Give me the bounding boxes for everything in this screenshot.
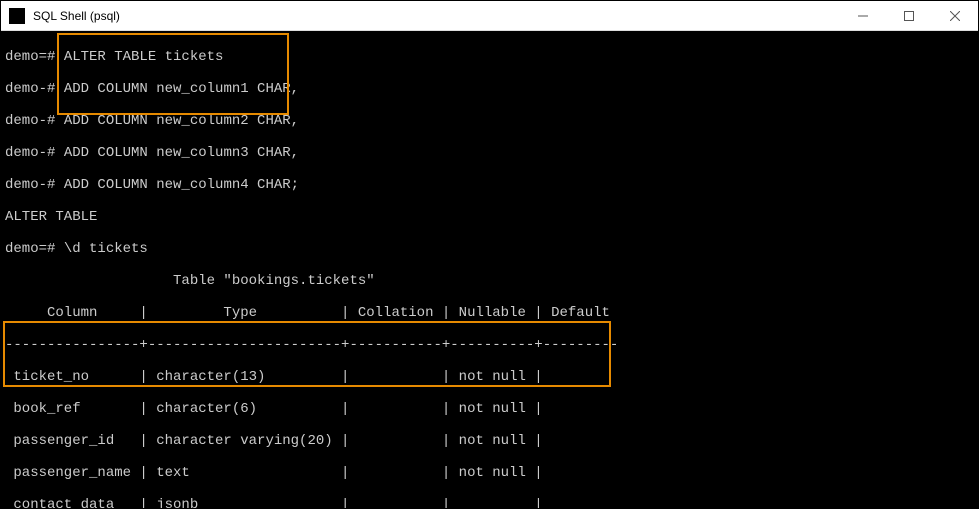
sql-line: demo-# ADD COLUMN new_column1 CHAR, bbox=[5, 81, 974, 97]
response-line: ALTER TABLE bbox=[5, 209, 974, 225]
prompt: demo=# bbox=[5, 49, 64, 65]
sql-line: demo=# ALTER TABLE tickets bbox=[5, 49, 974, 65]
sql-text: ADD COLUMN new_column1 CHAR, bbox=[64, 81, 299, 97]
highlight-box-sql bbox=[57, 33, 289, 115]
table-row: book_ref | character(6) | | not null | bbox=[5, 401, 974, 417]
prompt-cont: demo-# bbox=[5, 145, 64, 161]
app-icon bbox=[9, 8, 25, 24]
sql-text: ADD COLUMN new_column4 CHAR; bbox=[64, 177, 299, 193]
prompt: demo=# bbox=[5, 241, 64, 257]
table-separator: ----------------+-----------------------… bbox=[5, 337, 974, 353]
table-header: Column | Type | Collation | Nullable | D… bbox=[5, 305, 974, 321]
close-icon bbox=[950, 11, 960, 21]
minimize-icon bbox=[858, 11, 868, 21]
sql-text: ADD COLUMN new_column3 CHAR, bbox=[64, 145, 299, 161]
window-controls bbox=[840, 1, 978, 31]
sql-text: ALTER TABLE tickets bbox=[64, 49, 224, 65]
table-title: Table "bookings.tickets" bbox=[5, 273, 974, 289]
table-row: passenger_id | character varying(20) | |… bbox=[5, 433, 974, 449]
sql-line: demo-# ADD COLUMN new_column3 CHAR, bbox=[5, 145, 974, 161]
maximize-icon bbox=[904, 11, 914, 21]
sql-line: demo-# ADD COLUMN new_column4 CHAR; bbox=[5, 177, 974, 193]
maximize-button[interactable] bbox=[886, 1, 932, 31]
table-row: passenger_name | text | | not null | bbox=[5, 465, 974, 481]
table-row: ticket_no | character(13) | | not null | bbox=[5, 369, 974, 385]
window-title: SQL Shell (psql) bbox=[33, 9, 840, 23]
window-titlebar: SQL Shell (psql) bbox=[1, 1, 978, 31]
table-row: contact_data | jsonb | | | bbox=[5, 497, 974, 508]
close-button[interactable] bbox=[932, 1, 978, 31]
terminal-output[interactable]: demo=# ALTER TABLE tickets demo-# ADD CO… bbox=[1, 31, 978, 508]
prompt-cont: demo-# bbox=[5, 81, 64, 97]
sql-line: demo-# ADD COLUMN new_column2 CHAR, bbox=[5, 113, 974, 129]
sql-text: ADD COLUMN new_column2 CHAR, bbox=[64, 113, 299, 129]
prompt-cont: demo-# bbox=[5, 113, 64, 129]
minimize-button[interactable] bbox=[840, 1, 886, 31]
sql-line: demo=# \d tickets bbox=[5, 241, 974, 257]
prompt-cont: demo-# bbox=[5, 177, 64, 193]
sql-cmd: \d tickets bbox=[64, 241, 148, 257]
